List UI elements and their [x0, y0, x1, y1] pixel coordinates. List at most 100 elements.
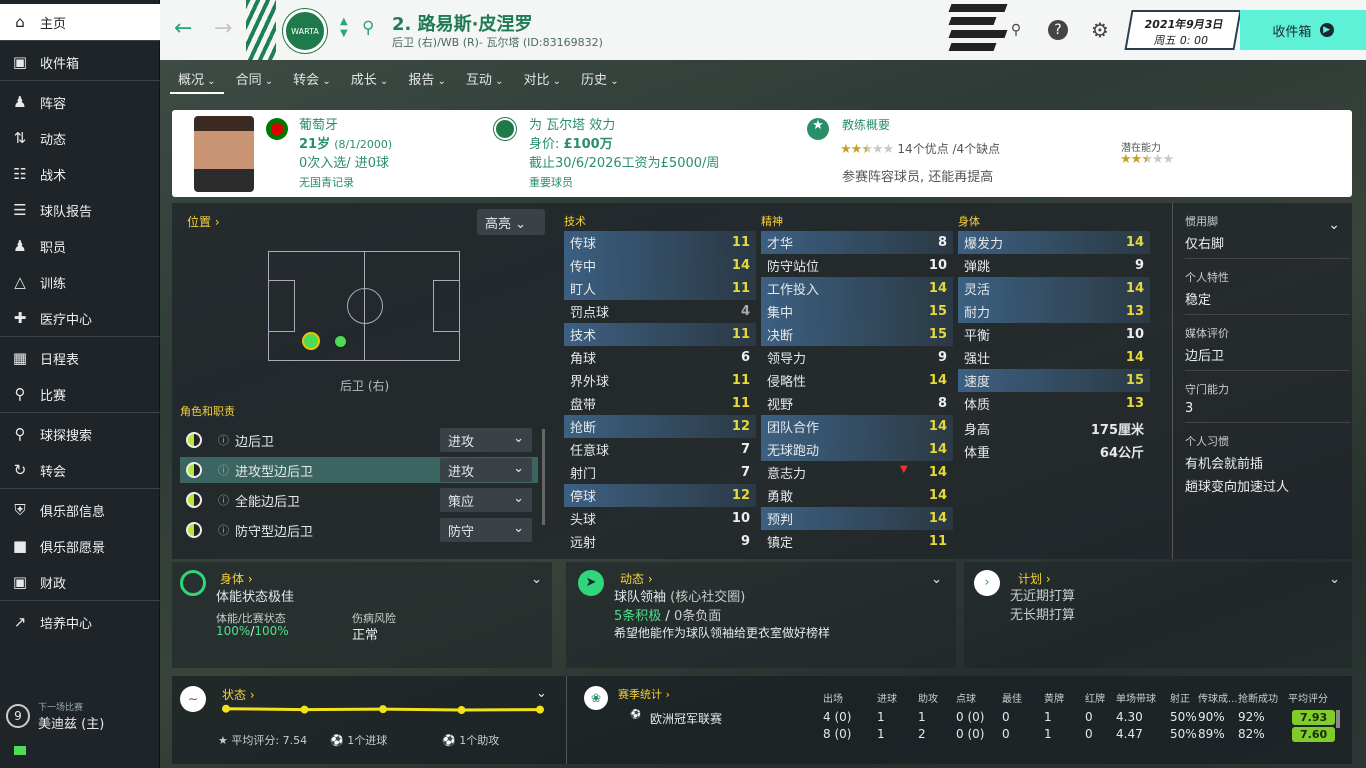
sidebar-item-1[interactable]: ▣ 收件箱	[0, 44, 160, 80]
forward-arrow-icon[interactable]: →	[214, 16, 232, 41]
tab-1[interactable]: 合同 ⌄	[228, 62, 282, 94]
info-icon[interactable]: ⓘ	[218, 432, 229, 448]
attribute-row[interactable]: 远射 9	[564, 530, 756, 553]
attribute-row[interactable]: 侵略性 14	[761, 369, 953, 392]
attribute-row[interactable]: 传中 14	[564, 254, 756, 277]
attribute-row[interactable]: 强壮 14	[958, 346, 1150, 369]
sidebar-item-15[interactable]: ▣ 财政	[0, 564, 160, 600]
tab-3[interactable]: 成长 ⌄	[343, 62, 397, 94]
duty-dropdown[interactable]: 防守 ⌄	[440, 518, 532, 542]
trophy-icon[interactable]: ⚲	[1006, 20, 1026, 40]
attribute-row[interactable]: 灵活 14	[958, 277, 1150, 300]
tab-5[interactable]: 互动 ⌄	[458, 62, 512, 94]
sidebar-item-2[interactable]: ♟ 阵容	[0, 84, 160, 120]
role-row[interactable]: ⓘ 边后卫 进攻 ⌄	[180, 427, 538, 453]
inbox-button[interactable]: 收件箱 ▶	[1240, 10, 1366, 50]
dynamics-title[interactable]: 动态 ›	[620, 570, 653, 587]
date-box[interactable]: 2021年9月3日 周五 0: 00	[1124, 10, 1242, 50]
sidebar-item-12[interactable]: ↻ 转会	[0, 452, 160, 488]
club-crest[interactable]: WARTA	[283, 9, 327, 53]
sidebar-item-13[interactable]: ⛨ 俱乐部信息	[0, 492, 160, 528]
sidebar-item-11[interactable]: ⚲ 球探搜索	[0, 416, 160, 452]
attribute-row[interactable]: 头球 10	[564, 507, 756, 530]
attribute-row[interactable]: 弹跳 9	[958, 254, 1150, 277]
form-point[interactable]	[536, 705, 544, 714]
roles-scrollbar[interactable]	[542, 429, 545, 525]
chevron-down-icon[interactable]: ⌄	[536, 686, 547, 701]
tab-6[interactable]: 对比 ⌄	[515, 62, 569, 94]
sidebar-item-14[interactable]: ■ 俱乐部愿景	[0, 528, 160, 564]
sidebar-item-16[interactable]: ↗ 培养中心	[0, 604, 160, 640]
form-point[interactable]	[457, 706, 466, 715]
body-title[interactable]: 身体 ›	[220, 570, 253, 587]
tab-0[interactable]: 概况 ⌄	[170, 62, 224, 94]
info-icon[interactable]: ⓘ	[218, 462, 229, 478]
role-row[interactable]: ⓘ 全能边后卫 策应 ⌄	[180, 487, 538, 513]
attribute-row[interactable]: 视野 8	[761, 392, 953, 415]
duty-dropdown[interactable]: 进攻 ⌄	[440, 458, 532, 482]
sidebar-item-7[interactable]: △ 训练	[0, 264, 160, 300]
role-row[interactable]: ⓘ 防守型边后卫 防守 ⌄	[180, 517, 538, 543]
attribute-row[interactable]: 团队合作 14	[761, 415, 953, 438]
chevron-down-icon[interactable]: ⌄	[931, 572, 942, 587]
attribute-row[interactable]: 罚点球 4	[564, 300, 756, 323]
attribute-row[interactable]: 任意球 7	[564, 438, 756, 461]
sidebar-item-4[interactable]: ☷ 战术	[0, 156, 160, 192]
coach-report-title[interactable]: 教练概要	[842, 116, 890, 135]
role-row[interactable]: ⓘ 进攻型边后卫 进攻 ⌄	[180, 457, 538, 483]
info-icon[interactable]: ⓘ	[218, 522, 229, 538]
attribute-row[interactable]: 角球 6	[564, 346, 756, 369]
nationality[interactable]: 葡萄牙	[299, 116, 392, 135]
form-point[interactable]	[300, 705, 309, 714]
attribute-row[interactable]: 预判 14	[761, 507, 953, 530]
sidebar-item-9[interactable]: ▦ 日程表	[0, 340, 160, 376]
attribute-row[interactable]: 盘带 11	[564, 392, 756, 415]
attribute-row[interactable]: 速度 15	[958, 369, 1150, 392]
highlight-dropdown[interactable]: 高亮 ⌄	[477, 209, 545, 235]
help-icon[interactable]: ?	[1048, 20, 1068, 40]
search-icon[interactable]: ⚲	[362, 18, 374, 38]
chevron-down-icon[interactable]: ⌄	[531, 572, 542, 587]
attribute-row[interactable]: 体质 13	[958, 392, 1150, 415]
attribute-row[interactable]: 工作投入 14	[761, 277, 953, 300]
back-arrow-icon[interactable]: ←	[174, 16, 192, 41]
attribute-row[interactable]: 界外球 11	[564, 369, 756, 392]
duty-dropdown[interactable]: 策应 ⌄	[440, 488, 532, 512]
tab-4[interactable]: 报告 ⌄	[400, 62, 454, 94]
sidebar-item-8[interactable]: ✚ 医疗中心	[0, 300, 160, 336]
attribute-row[interactable]: 爆发力 14	[958, 231, 1150, 254]
attribute-row[interactable]: 决断 15	[761, 323, 953, 346]
competition-name[interactable]: 欧洲冠军联赛	[650, 710, 722, 727]
attribute-row[interactable]: 防守站位 10	[761, 254, 953, 277]
attribute-row[interactable]: 镇定 11	[761, 530, 953, 553]
attribute-row[interactable]: 抢断 12	[564, 415, 756, 438]
form-point[interactable]	[222, 704, 230, 713]
stats-scrollbar[interactable]	[1336, 710, 1340, 728]
attribute-row[interactable]: 平衡 10	[958, 323, 1150, 346]
attribute-row[interactable]: 传球 11	[564, 231, 756, 254]
attribute-row[interactable]: 耐力 13	[958, 300, 1150, 323]
sidebar-item-0[interactable]: ⌂ 主页	[0, 4, 160, 40]
info-icon[interactable]: ⓘ	[218, 492, 229, 508]
tab-7[interactable]: 历史 ⌄	[573, 62, 627, 94]
sidebar-item-3[interactable]: ⇅ 动态	[0, 120, 160, 156]
attribute-row[interactable]: 集中 15	[761, 300, 953, 323]
attribute-row[interactable]: 无球跑动 14	[761, 438, 953, 461]
attribute-row[interactable]: 意志力 14	[761, 461, 953, 484]
tab-2[interactable]: 转会 ⌄	[285, 62, 339, 94]
sidebar-item-10[interactable]: ⚲ 比赛	[0, 376, 160, 412]
attribute-row[interactable]: 停球 12	[564, 484, 756, 507]
attribute-row[interactable]: 技术 11	[564, 323, 756, 346]
attribute-row[interactable]: 盯人 11	[564, 277, 756, 300]
duty-dropdown[interactable]: 进攻 ⌄	[440, 428, 532, 452]
season-stats-title[interactable]: 赛季统计 ›	[618, 686, 670, 702]
attribute-row[interactable]: 才华 8	[761, 231, 953, 254]
chevron-down-icon[interactable]: ⌄	[1328, 217, 1340, 233]
attribute-row[interactable]: 勇敢 14	[761, 484, 953, 507]
next-match[interactable]: 9 下一场比赛 美迪兹 (主)	[6, 700, 104, 732]
position-label[interactable]: 位置 ›	[187, 213, 220, 230]
form-point[interactable]	[379, 705, 387, 714]
sidebar-item-5[interactable]: ☰ 球队报告	[0, 192, 160, 228]
attribute-row[interactable]: 射门 7	[564, 461, 756, 484]
attribute-row[interactable]: 领导力 9	[761, 346, 953, 369]
